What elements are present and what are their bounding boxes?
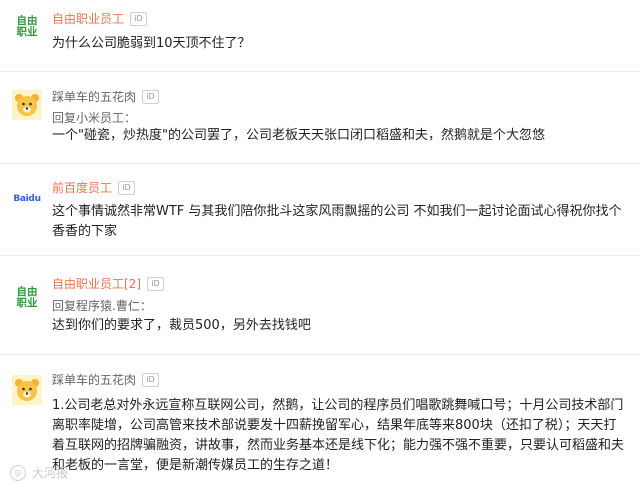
- divider: [0, 71, 640, 72]
- comment-text: 这个事情诚然非常WTF 与其我们陪你批斗这家风雨飘摇的公司 不如我们一起讨论面试…: [52, 204, 622, 239]
- comment-text: 1.公司老总对外永远宣称互联网公司，然鹅，让公司的程序员们唱歌跳舞喊口号；十月公…: [52, 398, 625, 473]
- avatar[interactable]: 自由 职业: [12, 283, 42, 313]
- username-link[interactable]: 自由职业员工: [52, 11, 124, 27]
- username-link[interactable]: 踩单车的五花肉: [52, 89, 136, 105]
- comment-text: 达到你们的要求了，裁员500，另外去找钱吧: [52, 318, 311, 333]
- id-badge-icon: iD: [130, 12, 148, 26]
- avatar[interactable]: [12, 375, 42, 405]
- avatar[interactable]: 自由 职业: [12, 12, 42, 42]
- username-link[interactable]: 前百度员工: [52, 180, 112, 196]
- username-link[interactable]: 自由职业员工[2]: [52, 276, 141, 292]
- comment-text: 一个"碰瓷，炒热度"的公司罢了，公司老板天天张口闭口稻盛和夫，然鹅就是个大忽悠: [52, 128, 545, 143]
- id-badge-icon: iD: [118, 181, 136, 195]
- user-row: 自由职业员工[2] iD: [52, 276, 164, 292]
- bear-avatar-icon: [12, 375, 42, 405]
- user-row: 踩单车的五花肉 iD: [52, 89, 160, 105]
- reply-to-text[interactable]: 回复程序猿.曹仁：: [52, 298, 152, 314]
- user-row: 前百度员工 iD: [52, 180, 136, 196]
- avatar[interactable]: Baidu: [12, 184, 42, 214]
- baidu-logo-icon: Baidu: [13, 194, 41, 204]
- divider: [0, 255, 640, 256]
- watermark-text: 大河报: [32, 466, 69, 480]
- username-link[interactable]: 踩单车的五花肉: [52, 372, 136, 388]
- id-badge-icon: iD: [142, 90, 160, 104]
- avatar[interactable]: [12, 90, 42, 120]
- user-row: 踩单车的五花肉 iD: [52, 372, 160, 388]
- comment-text: 为什么公司脆弱到10天顶不住了？: [52, 36, 251, 51]
- bear-avatar-icon: [12, 90, 42, 120]
- reply-to-text[interactable]: 回复小米员工：: [52, 110, 136, 126]
- id-badge-icon: iD: [147, 277, 164, 291]
- watermark: ◎ 大河报: [10, 464, 68, 481]
- avatar-text-line: 职业: [16, 26, 38, 38]
- divider: [0, 163, 640, 164]
- weibo-icon: ◎: [10, 464, 26, 481]
- user-row: 自由职业员工 iD: [52, 11, 148, 27]
- id-badge-icon: iD: [142, 373, 160, 387]
- divider: [0, 354, 640, 355]
- avatar-text-line: 职业: [16, 297, 38, 309]
